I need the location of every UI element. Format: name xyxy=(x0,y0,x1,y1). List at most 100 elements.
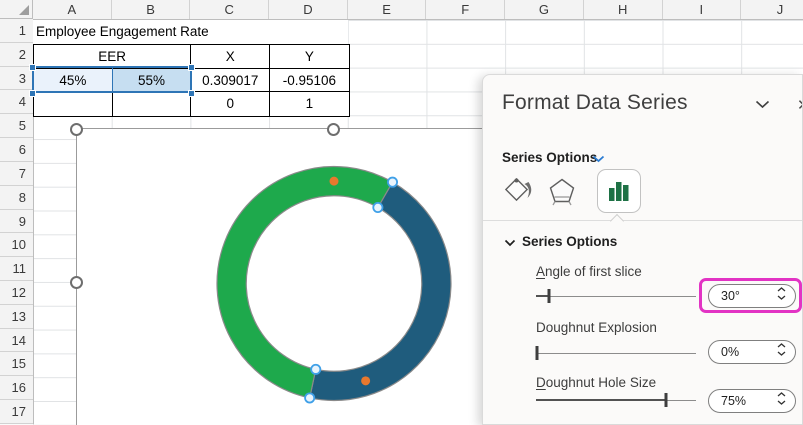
pane-title-chevron-down-icon[interactable] xyxy=(755,100,770,109)
row-header[interactable]: 10 xyxy=(0,233,33,257)
angle-slider-thumb[interactable] xyxy=(548,289,551,303)
column-header-f[interactable]: F xyxy=(426,0,505,19)
angle-value[interactable]: 30° xyxy=(721,285,740,307)
doughnut-explosion-label: Doughnut Explosion xyxy=(536,320,657,335)
spinner-arrows xyxy=(777,343,786,356)
row-header[interactable]: 12 xyxy=(0,281,33,305)
spin-down-icon[interactable] xyxy=(777,295,786,300)
column-header-a[interactable]: A xyxy=(33,0,112,19)
selection-handle[interactable] xyxy=(188,64,195,71)
cell-x-header[interactable]: X xyxy=(191,45,270,69)
spinner-arrows xyxy=(777,287,786,300)
row-header[interactable]: 1 xyxy=(0,19,33,43)
label-text: ngle of first slice xyxy=(545,264,642,279)
cell-b4[interactable] xyxy=(113,92,192,116)
row-header[interactable]: 14 xyxy=(0,329,33,353)
chart-resize-handle-topcenter[interactable] xyxy=(327,123,340,136)
slice-selection-handle[interactable] xyxy=(387,178,396,187)
hole-size-value[interactable]: 75% xyxy=(721,390,746,412)
tab-series-options-selected[interactable] xyxy=(597,169,641,213)
angle-spinbox[interactable]: 30° xyxy=(708,284,796,308)
cell-y-header[interactable]: Y xyxy=(270,45,349,69)
slice-selection-handle[interactable] xyxy=(305,393,314,402)
pane-title: Format Data Series xyxy=(502,91,688,115)
tab-fill-line[interactable] xyxy=(503,176,533,206)
selection-handle[interactable] xyxy=(29,90,36,97)
selection-handle[interactable] xyxy=(188,90,195,97)
row-headers: 1 2 3 4 5 6 7 8 9 10 11 12 13 14 15 16 1… xyxy=(0,19,34,424)
column-header-b[interactable]: B xyxy=(112,0,191,19)
cell-a1-title[interactable]: Employee Engagement Rate xyxy=(33,20,348,44)
row-header[interactable]: 13 xyxy=(0,305,33,329)
hole-size-slider[interactable] xyxy=(536,393,696,407)
cell-a4[interactable] xyxy=(34,92,113,116)
column-header-h[interactable]: H xyxy=(584,0,663,19)
hole-size-spinbox[interactable]: 75% xyxy=(708,389,796,413)
slider-track[interactable] xyxy=(536,353,696,354)
section-title-series-options[interactable]: Series Options xyxy=(522,234,617,249)
column-header-e[interactable]: E xyxy=(348,0,427,19)
pane-close-icon[interactable]: ✕ xyxy=(797,96,803,114)
chart-resize-handle-leftmiddle[interactable] xyxy=(70,276,83,289)
spin-up-icon[interactable] xyxy=(777,287,786,292)
row-header[interactable]: 17 xyxy=(0,400,33,424)
label-text: Doughnut Explosion xyxy=(536,320,657,335)
row-header[interactable]: 9 xyxy=(0,210,33,234)
doughnut-slice-55%[interactable] xyxy=(217,167,392,398)
hole-size-slider-thumb[interactable] xyxy=(664,393,667,407)
scatter-marker[interactable] xyxy=(329,177,338,186)
label-text: oughnut Hole Size xyxy=(546,375,656,390)
row-header[interactable]: 5 xyxy=(0,114,33,138)
column-header-j[interactable]: J xyxy=(741,0,803,19)
series-options-dropdown-chevron-icon[interactable] xyxy=(592,155,605,163)
label-accesskey: A xyxy=(536,264,545,279)
angle-slider[interactable] xyxy=(536,289,696,303)
pane-tabs xyxy=(503,167,641,215)
angle-of-first-slice-label: Angle of first slice xyxy=(536,264,642,279)
row-header[interactable]: 15 xyxy=(0,352,33,376)
explosion-spinbox[interactable]: 0% xyxy=(708,340,796,364)
slider-track[interactable] xyxy=(536,296,696,297)
explosion-value[interactable]: 0% xyxy=(721,341,739,363)
bar-chart-icon xyxy=(607,179,631,203)
spin-down-icon[interactable] xyxy=(777,400,786,405)
cell-eer-header[interactable]: EER xyxy=(34,45,191,69)
row-header[interactable]: 16 xyxy=(0,376,33,400)
doughnut-slice-45%[interactable] xyxy=(309,182,450,400)
cell-y1[interactable]: -0.95106 xyxy=(270,69,349,93)
explosion-slider-thumb[interactable] xyxy=(535,346,538,360)
spin-up-icon[interactable] xyxy=(777,343,786,348)
row-header[interactable]: 8 xyxy=(0,186,33,210)
pentagon-icon xyxy=(547,176,577,206)
column-header-i[interactable]: I xyxy=(663,0,742,19)
selection-handle[interactable] xyxy=(29,64,36,71)
column-header-d[interactable]: D xyxy=(269,0,348,19)
row-header[interactable]: 7 xyxy=(0,162,33,186)
row-header[interactable]: 11 xyxy=(0,257,33,281)
column-header-g[interactable]: G xyxy=(505,0,584,19)
label-accesskey: D xyxy=(536,375,546,390)
column-headers: A B C D E F G H I J xyxy=(33,0,803,20)
slice-selection-handle[interactable] xyxy=(373,203,382,212)
spin-up-icon[interactable] xyxy=(777,392,786,397)
spin-down-icon[interactable] xyxy=(777,351,786,356)
excel-window: A B C D E F G H I J 1 2 3 4 5 6 7 8 9 10… xyxy=(0,0,803,425)
select-all-corner[interactable] xyxy=(0,0,33,19)
section-collapse-chevron-icon[interactable] xyxy=(504,239,516,247)
column-header-c[interactable]: C xyxy=(190,0,269,19)
row-header[interactable]: 6 xyxy=(0,138,33,162)
slice-selection-handle[interactable] xyxy=(311,365,320,374)
tab-effects[interactable] xyxy=(547,176,577,206)
source-data-selection[interactable] xyxy=(32,66,192,93)
series-options-dropdown-label[interactable]: Series Options xyxy=(502,150,597,165)
selection-divider xyxy=(112,68,113,91)
cell-x2[interactable]: 0 xyxy=(191,92,270,116)
selected-tab-notch xyxy=(610,214,624,228)
chart-resize-handle-topleft[interactable] xyxy=(70,123,83,136)
scatter-marker[interactable] xyxy=(361,376,370,385)
cell-x1[interactable]: 0.309017 xyxy=(191,69,270,93)
slider-fill xyxy=(536,399,666,401)
format-data-series-pane: Format Data Series ✕ Series Options xyxy=(482,74,803,425)
explosion-slider[interactable] xyxy=(536,346,696,360)
cell-y2[interactable]: 1 xyxy=(270,92,349,116)
